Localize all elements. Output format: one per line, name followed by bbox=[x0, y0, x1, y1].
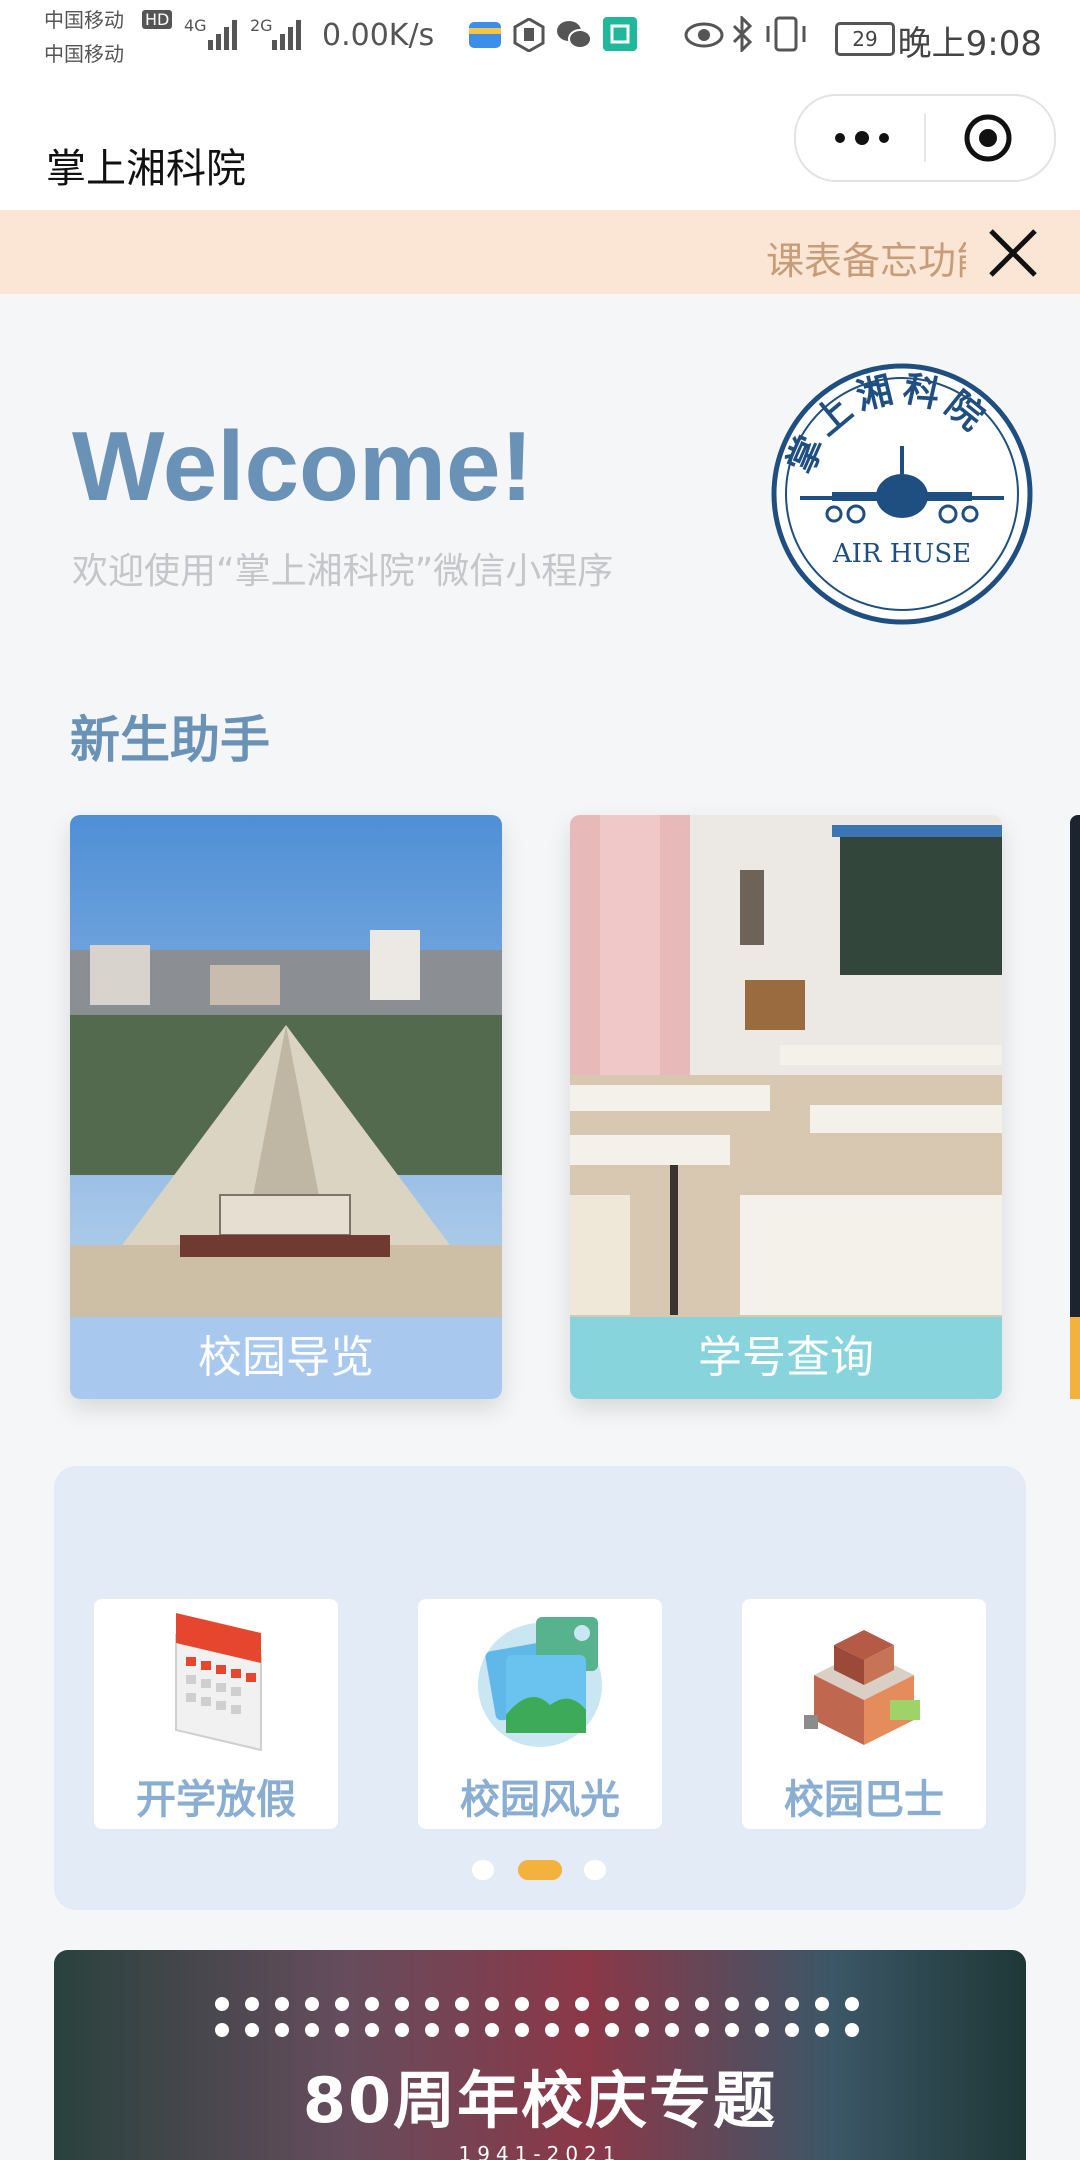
vibrate-icon bbox=[766, 16, 806, 52]
anniversary-banner[interactable]: 80周年校庆专题 1941-2021 bbox=[54, 1950, 1026, 2160]
welcome-heading: Welcome! bbox=[72, 411, 534, 521]
carrier-1: 中国移动 bbox=[44, 8, 124, 32]
classroom-photo bbox=[570, 815, 1002, 1317]
banner-title: 80周年校庆专题 bbox=[302, 2064, 778, 2137]
card-label: 校园导览 bbox=[70, 1317, 502, 1399]
logo-bottom-text: AIR HUSE bbox=[832, 539, 971, 569]
mi-app-icon bbox=[603, 17, 637, 51]
capsule-divider bbox=[924, 114, 926, 162]
card-next-peek[interactable] bbox=[1070, 815, 1080, 1399]
school-logo: 掌上湘科院 AIR HUSE bbox=[771, 363, 1033, 625]
page-dot-2-active[interactable] bbox=[518, 1860, 562, 1880]
menu-capsule bbox=[794, 94, 1056, 182]
calendar-icon bbox=[175, 1613, 262, 1752]
signal-label-1: 4G bbox=[184, 16, 207, 35]
clock: 晚上9:08 bbox=[897, 24, 1042, 64]
notice-bar: 课表备忘功能 bbox=[0, 210, 1080, 294]
building-icon bbox=[804, 1630, 920, 1745]
card-next-peek-label bbox=[1070, 1317, 1080, 1399]
bluetooth-icon bbox=[732, 16, 753, 52]
page-dot-1[interactable] bbox=[472, 1860, 494, 1880]
target-circle-icon[interactable] bbox=[962, 112, 1014, 164]
page-dot-3[interactable] bbox=[584, 1860, 606, 1880]
tile-label: 校园风光 bbox=[460, 1777, 620, 1823]
more-dots-icon[interactable] bbox=[832, 124, 892, 152]
banner-years: 1941-2021 bbox=[458, 2142, 622, 2160]
notice-text: 课表备忘功能 bbox=[766, 239, 966, 283]
tile-label: 开学放假 bbox=[136, 1777, 296, 1823]
close-icon[interactable] bbox=[988, 228, 1038, 278]
hd-badge: HD bbox=[142, 10, 173, 29]
signal-icon-2 bbox=[272, 20, 301, 50]
eye-icon bbox=[684, 22, 724, 48]
hand-icon bbox=[513, 18, 545, 52]
section-title: 新生助手 bbox=[70, 711, 270, 769]
signal-icon bbox=[208, 20, 237, 50]
carrier-2: 中国移动 bbox=[44, 42, 124, 66]
welcome-subtitle: 欢迎使用“掌上湘科院”微信小程序 bbox=[72, 551, 614, 592]
tile-semester[interactable]: 开学放假 bbox=[94, 1599, 338, 1829]
nav-header: 掌上湘科院 bbox=[0, 80, 1080, 210]
status-bar: 中国移动 中国移动 HD 4G 2G 0.00K/s 29 晚上9:08 bbox=[0, 0, 1080, 80]
card-label: 学号查询 bbox=[570, 1317, 1002, 1399]
card-campus-tour[interactable]: 校园导览 bbox=[70, 815, 502, 1399]
wallet-icon bbox=[469, 22, 501, 48]
card-student-id[interactable]: 学号查询 bbox=[570, 815, 1002, 1399]
photos-icon bbox=[478, 1617, 602, 1747]
tile-bus[interactable]: 校园巴士 bbox=[742, 1599, 986, 1829]
battery-icon: 29 bbox=[835, 22, 895, 56]
wechat-icon bbox=[557, 21, 592, 49]
net-speed: 0.00K/s bbox=[322, 18, 435, 53]
page-title: 掌上湘科院 bbox=[46, 146, 246, 192]
tile-label: 校园巴士 bbox=[784, 1777, 944, 1823]
campus-gate-photo bbox=[70, 815, 502, 1317]
tile-scenery[interactable]: 校园风光 bbox=[418, 1599, 662, 1829]
